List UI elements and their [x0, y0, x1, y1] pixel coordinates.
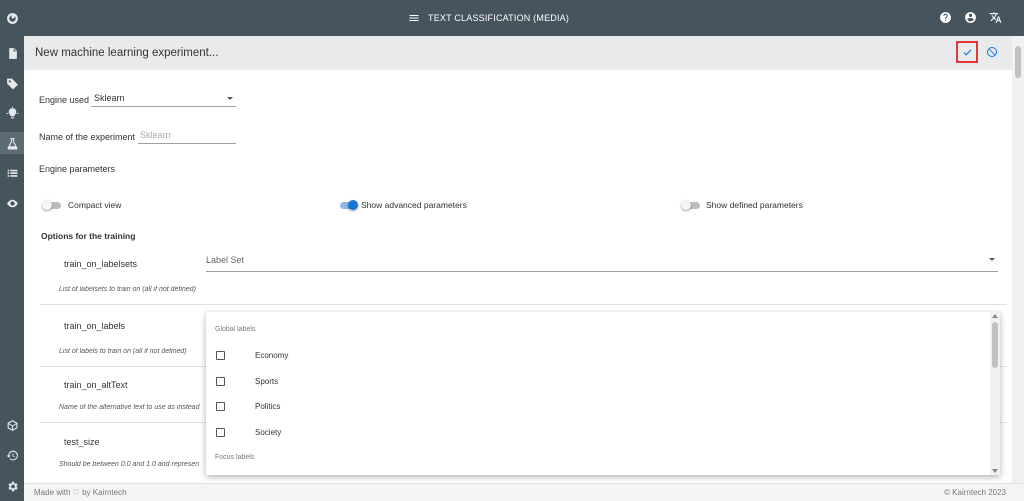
experiment-name-input[interactable]: Sklearn	[140, 130, 171, 140]
param-help: List of labelsets to train on (all if no…	[59, 286, 196, 293]
labels-dropdown-menu: Global labels Economy Sports Politics So…	[206, 312, 1000, 475]
logo-icon[interactable]	[0, 7, 24, 29]
show-advanced-label: Show advanced parameters	[361, 200, 467, 210]
experiment-name-label: Name of the experiment	[39, 132, 136, 142]
lightbulb-icon[interactable]	[0, 102, 24, 124]
top-bar: TEXT CLASSIFICATION (MEDIA)	[24, 0, 1024, 36]
param-name: train_on_altText	[64, 380, 128, 390]
label-set-select[interactable]: Label Set	[206, 255, 244, 265]
translate-icon[interactable]	[989, 11, 1002, 24]
param-help: List of labels to train on (all if not d…	[59, 348, 187, 355]
engine-parameters-label: Engine parameters	[39, 164, 116, 174]
dropdown-group-title: Global labels	[215, 326, 256, 333]
param-help: Name of the alternative text to use as i…	[59, 404, 200, 411]
experiment-header: New machine learning experiment...	[24, 36, 1012, 70]
settings-icon[interactable]	[0, 475, 24, 497]
show-defined-toggle[interactable]	[681, 200, 701, 210]
documents-icon[interactable]	[0, 42, 24, 64]
param-help: Should be between 0.0 and 1.0 and repres…	[59, 461, 200, 468]
list-icon[interactable]	[0, 162, 24, 184]
package-icon[interactable]	[0, 414, 24, 436]
show-advanced-toggle[interactable]	[338, 200, 358, 210]
experiment-dialog-title: New machine learning experiment...	[35, 47, 219, 59]
compact-view-toggle[interactable]	[42, 200, 62, 210]
checkbox[interactable]	[216, 428, 225, 437]
param-name: train_on_labels	[64, 321, 126, 331]
list-item[interactable]: Sports	[216, 375, 986, 389]
checkbox[interactable]	[216, 377, 225, 386]
cancel-icon	[987, 47, 997, 57]
footer-credit: Made with ♡ by Kairntech	[34, 488, 127, 497]
dropdown-scrollbar[interactable]	[990, 312, 1000, 475]
footer: Made with ♡ by Kairntech © Kairntech 202…	[24, 483, 1024, 501]
cancel-button[interactable]	[985, 45, 999, 59]
tag-icon[interactable]	[0, 72, 24, 94]
param-name: test_size	[64, 437, 100, 447]
chevron-down-icon[interactable]	[227, 97, 233, 100]
eye-icon[interactable]	[0, 192, 24, 214]
checkbox[interactable]	[216, 351, 225, 360]
compact-view-label: Compact view	[68, 200, 122, 210]
page-scrollbar[interactable]	[1012, 36, 1024, 483]
list-item[interactable]: Politics	[216, 400, 986, 414]
options-section-title: Options for the training	[41, 231, 136, 241]
confirm-button[interactable]	[956, 41, 978, 63]
check-icon	[962, 48, 972, 56]
engine-label: Engine used	[39, 95, 90, 105]
flask-icon[interactable]	[0, 132, 24, 154]
menu-icon[interactable]	[408, 12, 420, 24]
left-sidebar	[0, 0, 24, 501]
checkbox[interactable]	[216, 402, 225, 411]
help-icon[interactable]	[939, 11, 952, 24]
dropdown-group-title: Focus labels	[215, 454, 255, 461]
list-item[interactable]: Society	[216, 426, 986, 440]
chevron-down-icon[interactable]	[989, 258, 995, 261]
history-icon[interactable]	[0, 444, 24, 466]
engine-select[interactable]: Sklearn	[94, 93, 125, 103]
footer-copyright: © Kairntech 2023	[944, 488, 1006, 497]
show-defined-label: Show defined parameters	[706, 200, 803, 210]
project-title: TEXT CLASSIFICATION (MEDIA)	[428, 13, 570, 23]
account-icon[interactable]	[964, 11, 977, 24]
param-name: train_on_labelsets	[64, 259, 138, 269]
list-item[interactable]: Economy	[216, 349, 986, 363]
